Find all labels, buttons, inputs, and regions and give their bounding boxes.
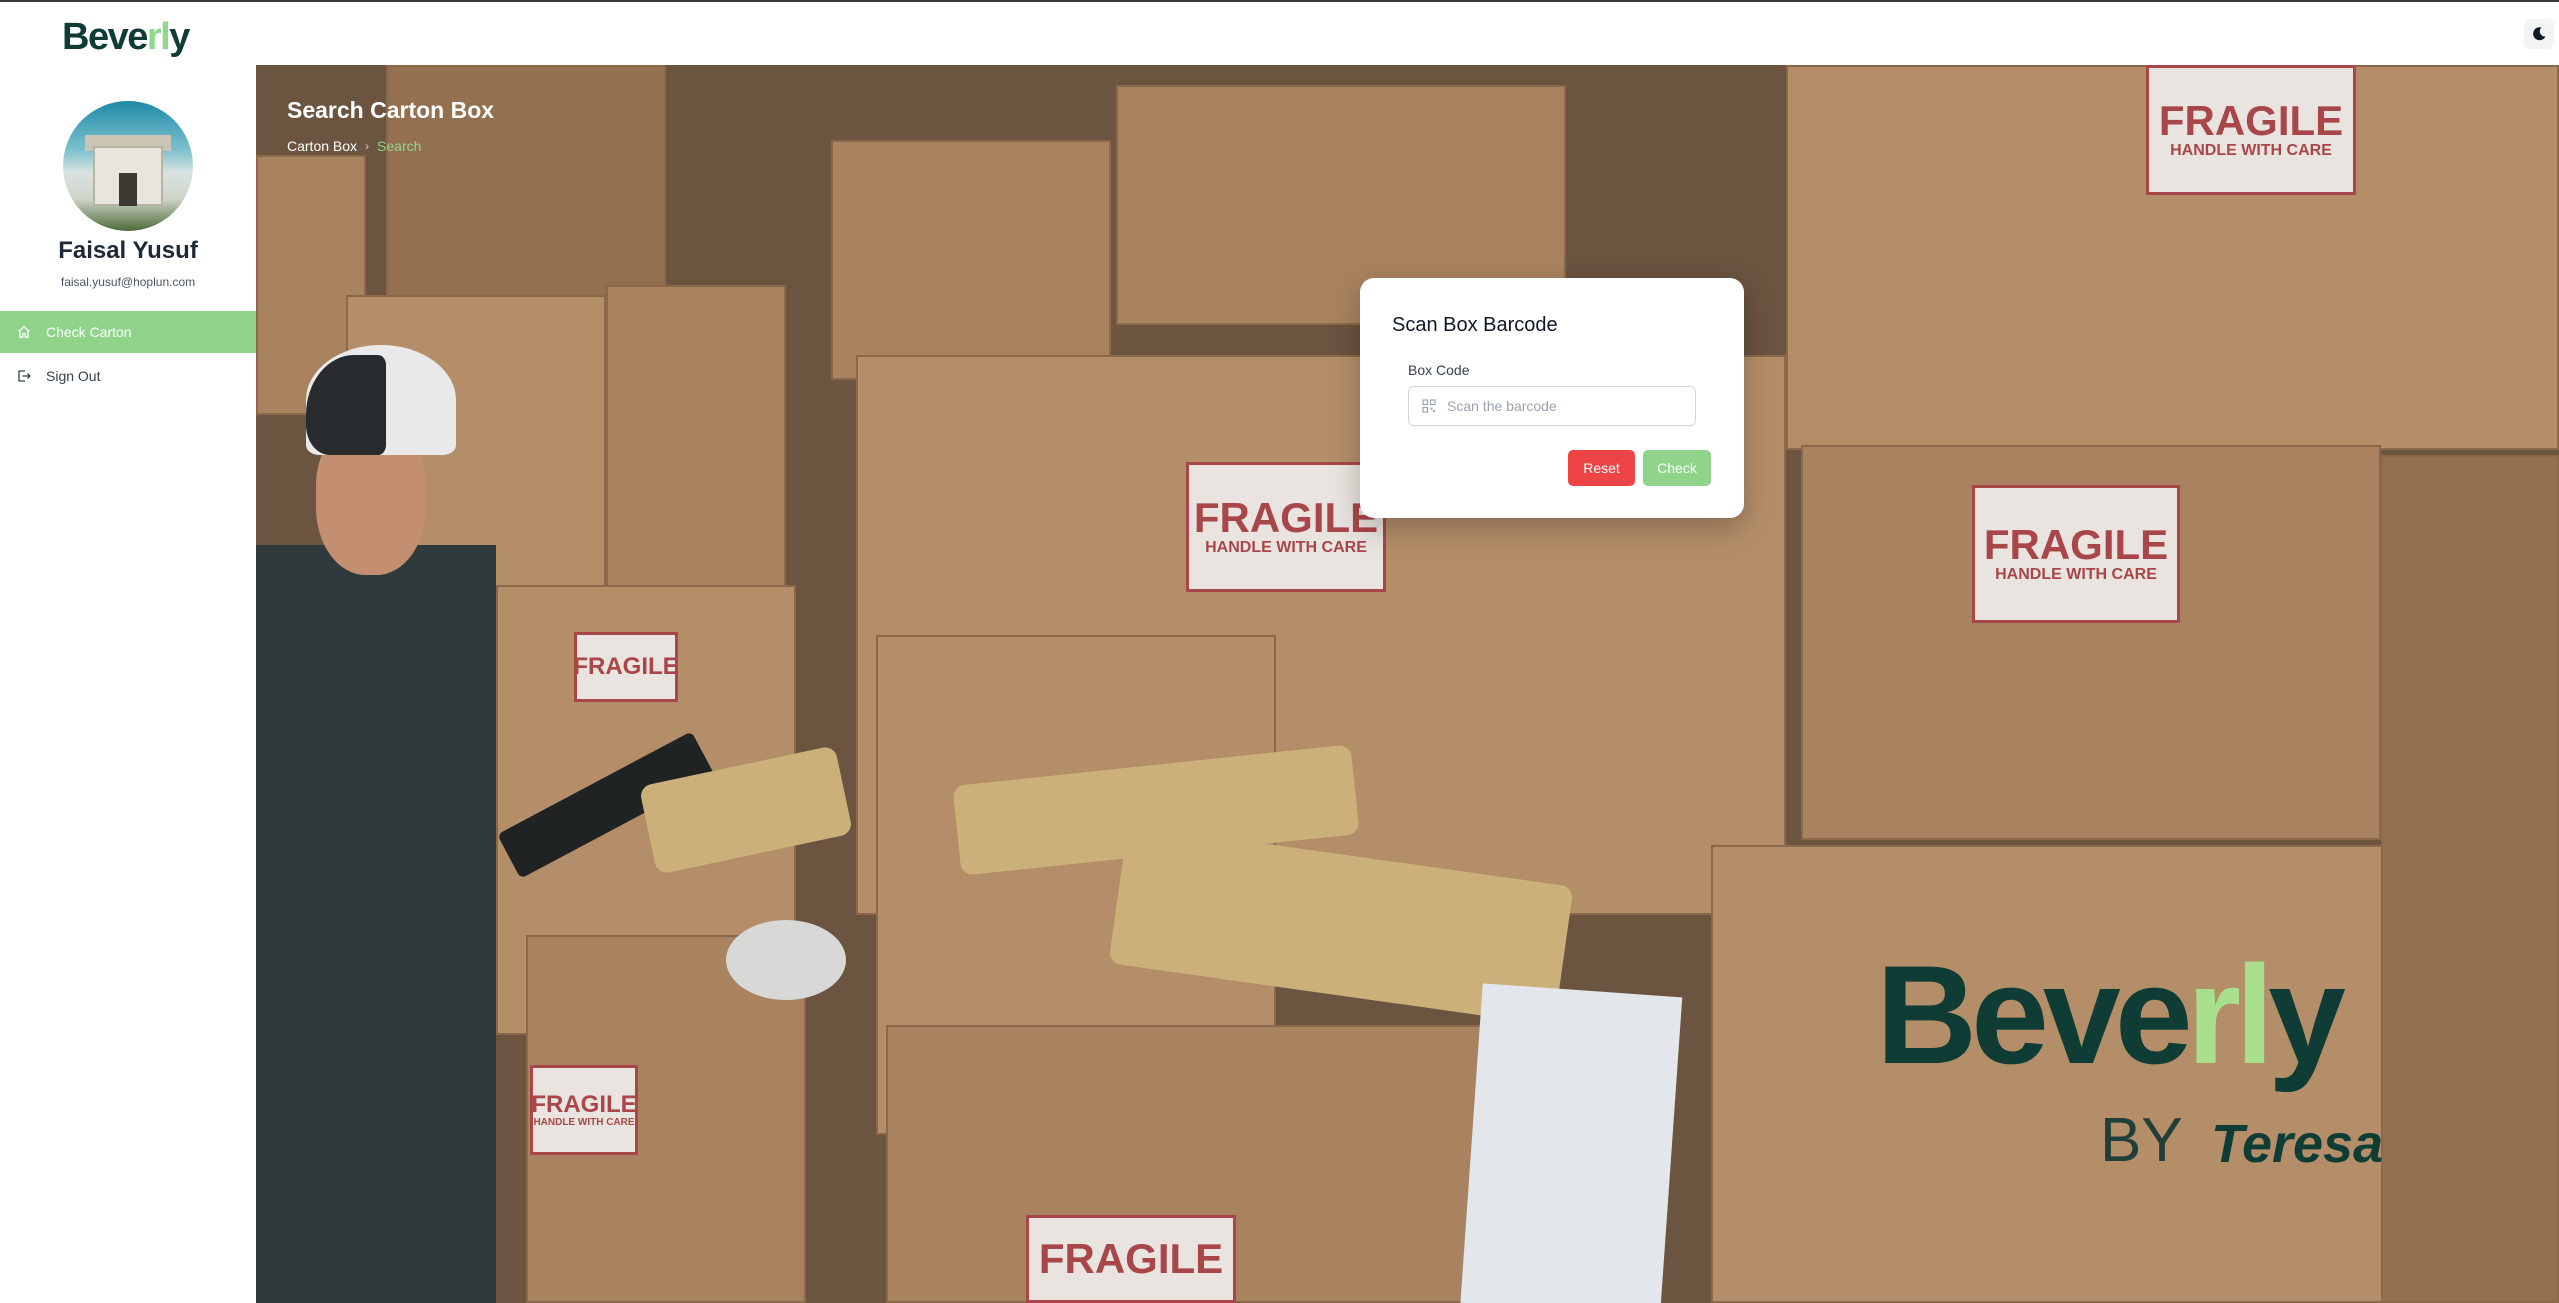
sign-out-icon [16, 368, 32, 384]
sidebar: Faisal Yusuf faisal.yusuf@hoplun.com Che… [0, 65, 256, 1303]
fragile-label: FRAGILE [573, 632, 679, 702]
fragile-label: FRAGILE HANDLE WITH CARE [1972, 485, 2180, 623]
logo-text-end: y [169, 16, 190, 58]
box-code-field[interactable] [1408, 386, 1696, 426]
fragile-label: FRAGILE HANDLE WITH CARE [1186, 462, 1386, 592]
avatar [63, 101, 193, 231]
logo-text: Beve [62, 16, 148, 58]
fragile-label: FRAGILE [1026, 1215, 1236, 1303]
check-button[interactable]: Check [1643, 450, 1711, 486]
logo-text-accent: rl [146, 16, 171, 58]
box-code-input[interactable] [1447, 398, 1687, 414]
user-name: Faisal Yusuf [58, 237, 198, 264]
box-code-label: Box Code [1408, 362, 1470, 378]
fragile-label: FRAGILE HANDLE WITH CARE [2146, 65, 2356, 195]
scan-barcode-card: Scan Box Barcode Box Code Reset Check [1360, 278, 1744, 518]
theme-toggle-button[interactable] [2524, 19, 2554, 49]
app-header: Beverly [0, 2, 2559, 65]
page-title: Search Carton Box [287, 97, 495, 123]
breadcrumb-item-search: Search [377, 138, 422, 154]
home-icon [16, 324, 32, 340]
main-content: FRAGILE HANDLE WITH CARE FRAGILE HANDLE WI… [256, 65, 2559, 1303]
breadcrumb: Carton Box › Search [287, 138, 421, 154]
qr-code-icon [1421, 398, 1437, 414]
app-logo[interactable]: Beverly [62, 16, 190, 59]
reset-button[interactable]: Reset [1568, 450, 1635, 486]
sidebar-item-check-carton[interactable]: Check Carton [0, 311, 256, 353]
user-email: faisal.yusuf@hoplun.com [60, 275, 196, 289]
brand-logo-watermark: Beverly BY Teresa [1876, 936, 2384, 1176]
sidebar-item-sign-out[interactable]: Sign Out [0, 355, 256, 397]
background-photo: FRAGILE HANDLE WITH CARE FRAGILE HANDLE WI… [256, 65, 2559, 1303]
card-title: Scan Box Barcode [1392, 314, 1558, 336]
sidebar-item-label: Check Carton [46, 324, 132, 340]
breadcrumb-item-carton-box[interactable]: Carton Box [287, 138, 357, 154]
moon-icon [2533, 27, 2546, 41]
fragile-label: FRAGILE HANDLE WITH CARE [530, 1065, 638, 1155]
chevron-right-icon: › [365, 139, 370, 153]
sidebar-item-label: Sign Out [46, 368, 101, 384]
